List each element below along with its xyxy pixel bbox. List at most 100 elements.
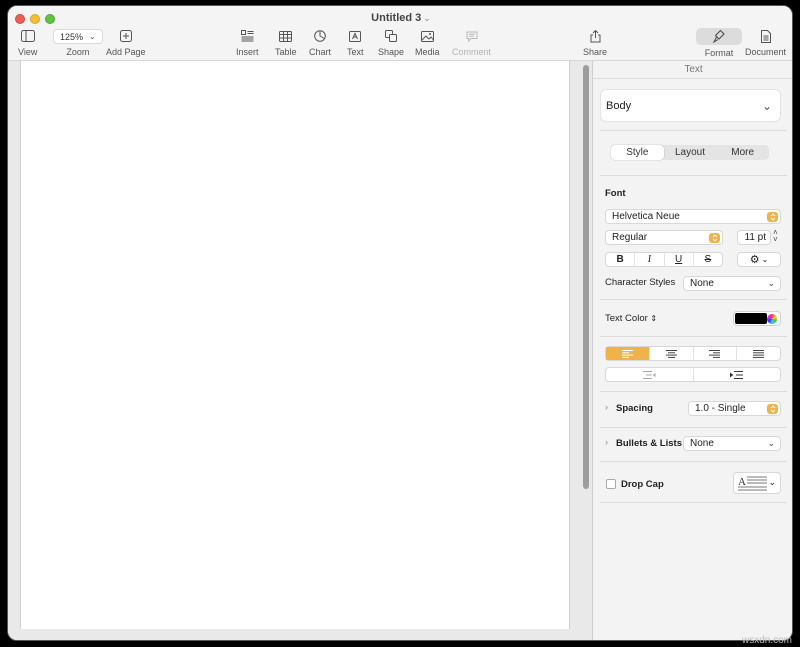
drop-cap-checkbox[interactable] — [606, 479, 616, 489]
drop-cap-label: Drop Cap — [621, 479, 664, 490]
media-button[interactable]: Media — [415, 28, 440, 57]
increase-indent-button[interactable] — [694, 368, 781, 381]
divider — [600, 391, 787, 392]
chevron-down-icon: ⌄ — [761, 255, 769, 264]
bold-label: B — [616, 254, 624, 265]
character-styles-value: None — [690, 278, 714, 289]
zoom-value: 125% — [60, 31, 84, 42]
gear-icon: ⚙ — [749, 254, 760, 266]
media-label: Media — [415, 47, 440, 57]
paragraph-style-popup[interactable]: Body ⌄ — [600, 89, 781, 122]
tab-layout[interactable]: Layout — [664, 145, 717, 160]
strikethrough-label: S — [704, 254, 712, 265]
color-swatch — [735, 313, 767, 324]
add-page-label: Add Page — [106, 47, 146, 57]
updown-chevron-icon — [709, 233, 720, 243]
align-center-icon — [665, 349, 677, 358]
font-size-stepper[interactable]: ˄ ˅ — [773, 229, 778, 244]
text-button[interactable]: Text — [347, 28, 364, 57]
shape-label: Shape — [378, 47, 405, 57]
divider — [600, 130, 787, 131]
font-weight-value: Regular — [612, 232, 648, 243]
divider — [600, 336, 787, 337]
text-label: Text — [347, 47, 364, 57]
justify-button[interactable] — [737, 347, 780, 360]
document-title[interactable]: Untitled 3 ⌄ — [8, 12, 792, 24]
table-icon — [279, 28, 293, 44]
align-right-button[interactable] — [694, 347, 738, 360]
text-box-icon — [349, 28, 362, 44]
divider — [600, 175, 787, 176]
color-wheel-icon[interactable] — [767, 314, 777, 324]
text-color-well[interactable] — [733, 311, 781, 326]
font-section-label: Font — [605, 188, 626, 199]
toolbar: Untitled 3 ⌄ View 125% ⌄ Zoom Add Page I… — [8, 6, 792, 61]
drop-cap-preview-icon: A — [738, 476, 767, 491]
chart-button[interactable]: Chart — [309, 28, 331, 57]
divider — [600, 461, 787, 462]
view-button[interactable]: View — [18, 28, 37, 57]
updown-chevron-icon: ⇕ — [650, 314, 658, 323]
chevron-down-icon: ⌄ — [767, 438, 775, 448]
font-size-field[interactable]: 11 pt — [737, 230, 771, 245]
chevron-down-icon: ⌄ — [89, 32, 96, 41]
bold-button[interactable]: B — [606, 253, 636, 266]
insert-label: Insert — [236, 47, 259, 57]
drop-cap-style-popup[interactable]: A ⌄ — [733, 472, 781, 494]
add-page-icon — [119, 28, 132, 44]
font-weight-popup[interactable]: Regular — [605, 230, 723, 245]
tab-style[interactable]: Style — [611, 145, 664, 160]
spacing-disclosure-icon[interactable]: › — [605, 402, 608, 412]
shape-button[interactable]: Shape — [378, 28, 404, 57]
shape-icon — [385, 28, 398, 44]
italic-button[interactable]: I — [635, 253, 665, 266]
align-center-button[interactable] — [650, 347, 694, 360]
align-right-icon — [709, 349, 721, 358]
document-page[interactable] — [20, 61, 570, 629]
document-canvas[interactable] — [8, 61, 592, 640]
bullets-disclosure-icon[interactable]: › — [605, 437, 608, 447]
underline-button[interactable]: U — [665, 253, 694, 266]
format-label: Format — [704, 48, 734, 58]
font-family-popup[interactable]: Helvetica Neue — [605, 209, 781, 224]
format-button[interactable]: Format — [696, 28, 742, 58]
text-color-text: Text Color — [605, 313, 648, 324]
paragraph-style-value: Body — [606, 99, 632, 112]
chart-label: Chart — [309, 47, 332, 57]
table-label: Table — [275, 47, 297, 57]
view-label: View — [18, 47, 38, 57]
advanced-options-button[interactable]: ⚙ ⌄ — [737, 252, 781, 267]
share-icon — [590, 28, 601, 44]
bullets-lists-value: None — [690, 438, 714, 449]
text-color-label[interactable]: Text Color ⇕ — [605, 313, 657, 324]
align-left-button[interactable] — [606, 347, 650, 360]
add-page-button[interactable]: Add Page — [106, 28, 146, 57]
format-inspector: Text Body ⌄ Style Layout More Font Helve… — [593, 61, 792, 640]
insert-button[interactable]: Insert — [236, 28, 259, 57]
insert-icon — [240, 28, 254, 44]
decrease-indent-button[interactable] — [606, 368, 694, 381]
comment-label: Comment — [452, 47, 492, 57]
spacing-popup[interactable]: 1.0 - Single — [688, 401, 781, 416]
spacing-label: Spacing — [616, 403, 653, 414]
share-button[interactable]: Share — [583, 28, 607, 57]
font-family-value: Helvetica Neue — [612, 211, 680, 222]
table-button[interactable]: Table — [275, 28, 297, 57]
chart-icon — [314, 28, 326, 44]
zoom-popup[interactable]: 125% ⌄ — [53, 29, 103, 44]
sidebar-icon — [20, 28, 35, 44]
watermark: wsxdn.com — [741, 635, 792, 646]
zoom-control[interactable]: 125% ⌄ Zoom — [53, 28, 103, 57]
tab-more[interactable]: More — [716, 145, 769, 160]
increase-indent-icon — [730, 370, 744, 379]
comment-button[interactable]: Comment — [452, 28, 491, 57]
chevron-down-icon: ⌄ — [761, 98, 772, 113]
strikethrough-button[interactable]: S — [694, 253, 722, 266]
document-button[interactable]: Document — [745, 28, 786, 57]
document-label: Document — [745, 47, 787, 57]
bullets-lists-popup[interactable]: None ⌄ — [683, 436, 781, 451]
share-label: Share — [583, 47, 608, 57]
comment-icon — [466, 28, 478, 44]
vertical-scrollbar[interactable] — [583, 65, 589, 489]
character-styles-popup[interactable]: None ⌄ — [683, 276, 781, 291]
